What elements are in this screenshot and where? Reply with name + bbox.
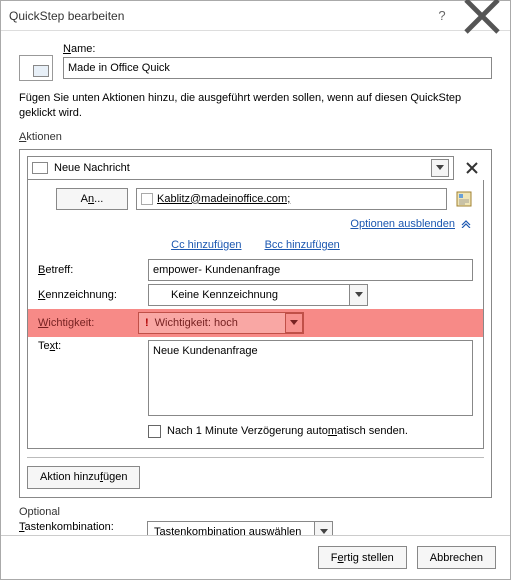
shortcut-value: Tastenkombination auswählen bbox=[154, 526, 332, 535]
close-button[interactable] bbox=[462, 2, 502, 30]
add-bcc-link[interactable]: Bcc hinzufügen bbox=[265, 239, 340, 251]
description-text: Fügen Sie unten Aktionen hinzu, die ausg… bbox=[19, 91, 492, 121]
add-action-button[interactable]: Aktion hinzufügen bbox=[27, 466, 140, 489]
importance-high-icon: ! bbox=[145, 317, 149, 329]
delay-send-label: Nach 1 Minute Verzögerung automatisch se… bbox=[167, 425, 408, 437]
quickstep-icon[interactable] bbox=[19, 55, 53, 81]
importance-row: Wichtigkeit: ! Wichtigkeit: hoch bbox=[28, 309, 483, 337]
add-cc-link[interactable]: Cc hinzufügen bbox=[171, 239, 241, 251]
cancel-button[interactable]: Abbrechen bbox=[417, 546, 496, 569]
action-type-value: Neue Nachricht bbox=[54, 162, 425, 174]
shortcut-dropdown[interactable]: Tastenkombination auswählen bbox=[147, 521, 333, 535]
flag-value: Keine Kennzeichnung bbox=[171, 289, 367, 301]
importance-label: Wichtigkeit: bbox=[28, 317, 138, 329]
recipient-text: Kablitz@madeinoffice.com; bbox=[157, 193, 290, 205]
importance-dropdown[interactable]: ! Wichtigkeit: hoch bbox=[138, 312, 304, 334]
subject-label: Betreff: bbox=[38, 264, 148, 276]
chevron-down-icon bbox=[285, 313, 303, 333]
chevron-down-icon bbox=[349, 285, 367, 305]
quickstep-edit-dialog: QuickStep bearbeiten ? Name: Fügen Sie u… bbox=[0, 0, 511, 580]
recipient-field[interactable]: Kablitz@madeinoffice.com; bbox=[136, 188, 447, 210]
chevron-up-icon bbox=[461, 218, 471, 231]
body-textarea[interactable]: Neue Kundenanfrage bbox=[148, 340, 473, 416]
delay-send-checkbox[interactable] bbox=[148, 425, 161, 438]
optional-label: Optional bbox=[19, 506, 492, 518]
flag-label: Kennzeichnung: bbox=[38, 289, 148, 301]
to-button[interactable]: An... bbox=[56, 188, 128, 210]
shortcut-label: Tastenkombination: bbox=[19, 521, 147, 533]
hide-options-link[interactable]: Optionen ausblenden bbox=[350, 218, 455, 230]
name-input[interactable] bbox=[63, 57, 492, 79]
actions-label: Aktionen bbox=[19, 131, 492, 143]
dialog-footer: Fertig stellen Abbrechen bbox=[1, 535, 510, 579]
address-book-button[interactable] bbox=[455, 190, 473, 208]
subject-input[interactable] bbox=[148, 259, 473, 281]
to-button-label: An... bbox=[81, 193, 104, 205]
action-type-combo[interactable]: Neue Nachricht bbox=[27, 156, 454, 180]
flag-dropdown[interactable]: Keine Kennzeichnung bbox=[148, 284, 368, 306]
chevron-down-icon bbox=[314, 522, 332, 535]
person-icon bbox=[141, 193, 153, 205]
help-button[interactable]: ? bbox=[422, 2, 462, 30]
importance-value: Wichtigkeit: hoch bbox=[155, 317, 279, 329]
titlebar: QuickStep bearbeiten ? bbox=[1, 1, 510, 31]
add-action-label: Aktion hinzufügen bbox=[40, 471, 127, 483]
name-label: Name: bbox=[63, 43, 492, 55]
finish-button[interactable]: Fertig stellen bbox=[318, 546, 407, 569]
actions-box: Neue Nachricht An... Kablitz@madeinoffic… bbox=[19, 149, 492, 498]
delete-action-button[interactable] bbox=[460, 156, 484, 180]
mail-icon bbox=[32, 162, 48, 174]
finish-label: Fertig stellen bbox=[331, 552, 394, 564]
chevron-down-icon bbox=[431, 159, 449, 177]
text-label: Text: bbox=[38, 340, 148, 352]
dialog-title: QuickStep bearbeiten bbox=[9, 9, 422, 23]
